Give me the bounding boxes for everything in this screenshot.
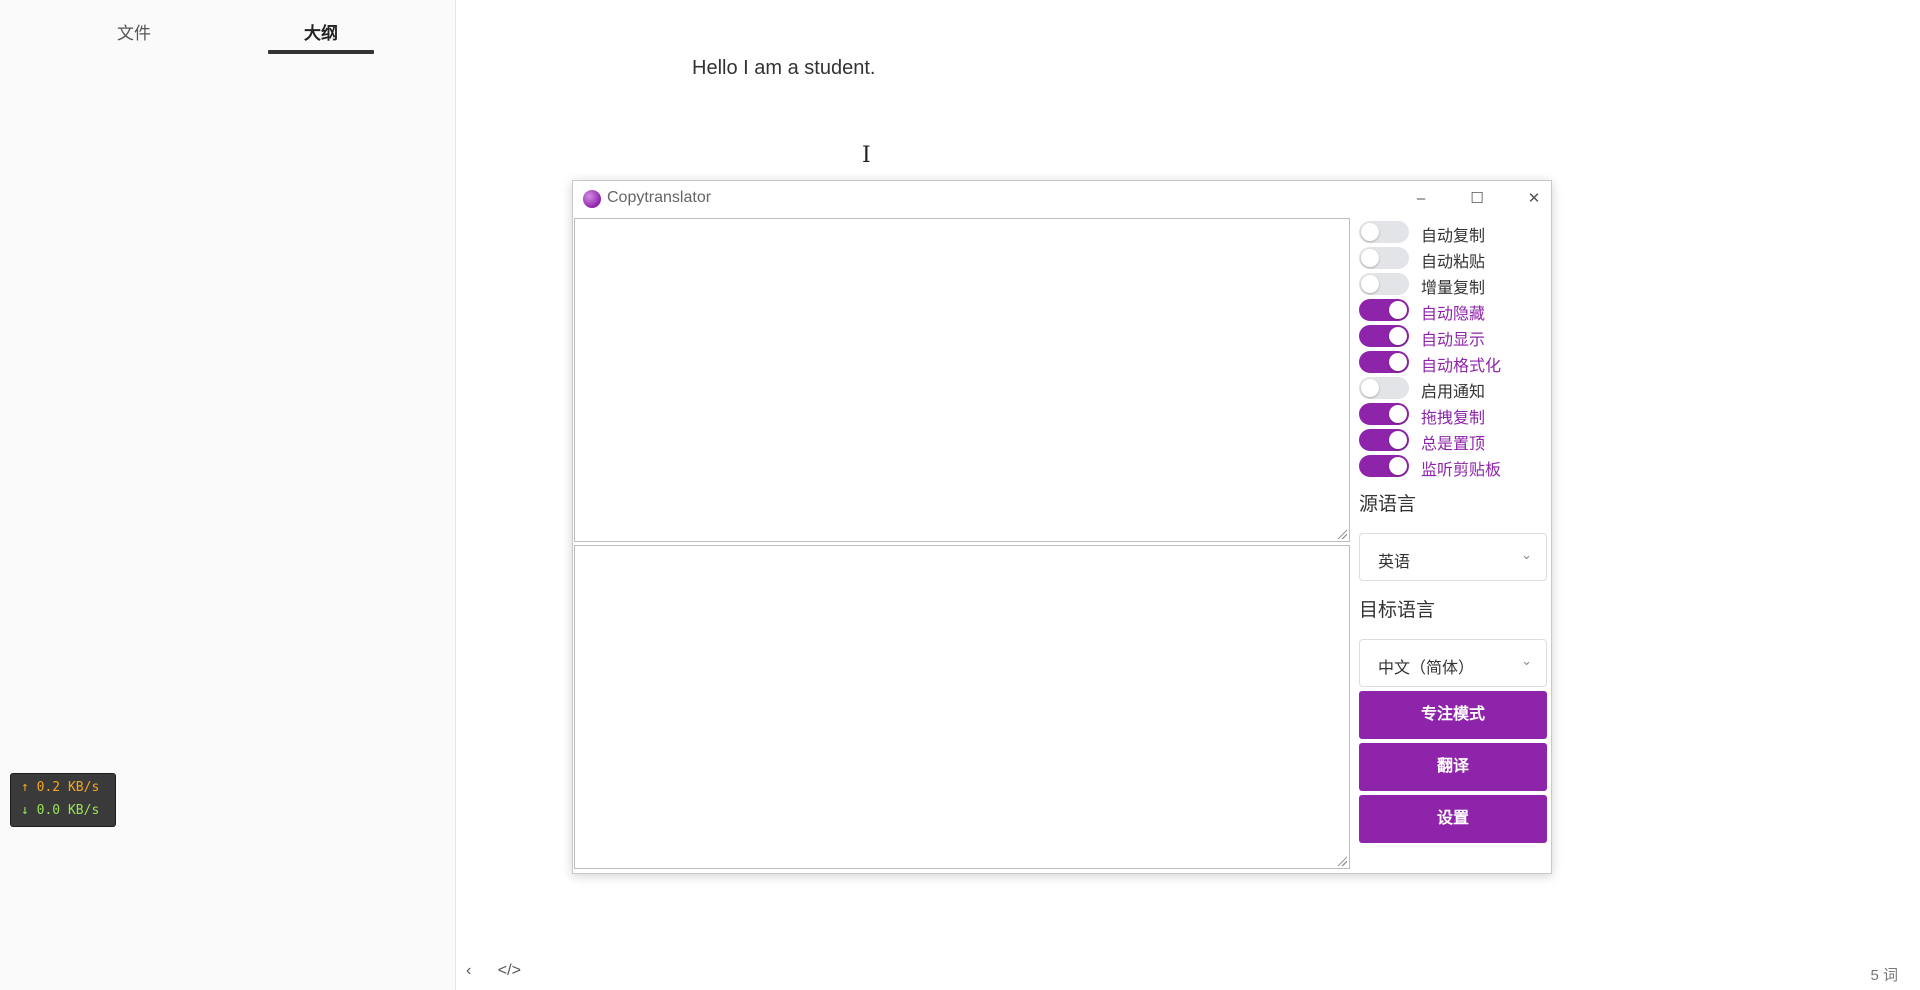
- toggle-list: 自动复制自动粘贴增量复制自动隐藏自动显示自动格式化启用通知拖拽复制总是置顶监听剪…: [1359, 219, 1547, 479]
- toggle-knob: [1389, 431, 1407, 449]
- download-speed: ↓ 0.0 KB/s: [21, 803, 100, 818]
- source-text-area[interactable]: [574, 218, 1350, 542]
- toggle-row[interactable]: 自动格式化: [1359, 349, 1547, 375]
- toggle-knob: [1361, 223, 1379, 241]
- target-language-select[interactable]: 中文（简体） ⌄: [1359, 639, 1547, 687]
- target-language-value: 中文（简体）: [1378, 660, 1475, 677]
- toggle-row[interactable]: 增量复制: [1359, 271, 1547, 297]
- tab-outline[interactable]: 大纲: [268, 22, 374, 54]
- toggle-row[interactable]: 自动粘贴: [1359, 245, 1547, 271]
- toggle-knob: [1389, 327, 1407, 345]
- translate-button[interactable]: 翻译: [1359, 743, 1547, 791]
- toggle-label: 自动显示: [1421, 332, 1486, 349]
- toggle-switch[interactable]: [1359, 273, 1409, 295]
- word-count: 5 词: [1870, 967, 1898, 984]
- settings-button[interactable]: 设置: [1359, 795, 1547, 843]
- result-text-area[interactable]: [574, 545, 1350, 869]
- resize-grip-icon[interactable]: [1337, 529, 1347, 539]
- source-code-icon[interactable]: </>: [498, 962, 521, 980]
- maximize-button[interactable]: ☐: [1459, 187, 1495, 211]
- toggle-switch[interactable]: [1359, 377, 1409, 399]
- source-language-value: 英语: [1378, 554, 1411, 571]
- toggle-switch[interactable]: [1359, 429, 1409, 451]
- toggle-switch[interactable]: [1359, 299, 1409, 321]
- toggle-switch[interactable]: [1359, 455, 1409, 477]
- text-cursor-icon: I: [862, 143, 871, 168]
- toggle-label: 自动隐藏: [1421, 306, 1486, 323]
- toggle-switch[interactable]: [1359, 247, 1409, 269]
- toggle-row[interactable]: 启用通知: [1359, 375, 1547, 401]
- editor-text[interactable]: Hello I am a student.: [692, 57, 875, 80]
- tab-files[interactable]: 文件: [100, 22, 168, 52]
- editor-footer-tools: ‹ </>: [466, 962, 543, 980]
- window-title: Copytranslator: [607, 189, 712, 206]
- toggle-switch[interactable]: [1359, 221, 1409, 243]
- toggle-switch[interactable]: [1359, 325, 1409, 347]
- options-panel: 自动复制自动粘贴增量复制自动隐藏自动显示自动格式化启用通知拖拽复制总是置顶监听剪…: [1359, 219, 1547, 847]
- minimize-button[interactable]: –: [1403, 187, 1439, 211]
- toggle-row[interactable]: 自动复制: [1359, 219, 1547, 245]
- network-speed-widget: ↑ 0.2 KB/s ↓ 0.0 KB/s: [10, 773, 116, 827]
- toggle-label: 监听剪贴板: [1421, 462, 1502, 479]
- toggle-row[interactable]: 监听剪贴板: [1359, 453, 1547, 479]
- source-language-select[interactable]: 英语 ⌄: [1359, 533, 1547, 581]
- sidebar: 文件 大纲 ↑ 0.2 KB/s ↓ 0.0 KB/s: [0, 0, 456, 990]
- toggle-label: 自动格式化: [1421, 358, 1502, 375]
- toggle-row[interactable]: 自动隐藏: [1359, 297, 1547, 323]
- toggle-knob: [1389, 353, 1407, 371]
- resize-grip-icon[interactable]: [1337, 856, 1347, 866]
- toggle-knob: [1361, 249, 1379, 267]
- target-language-label: 目标语言: [1359, 600, 1436, 621]
- toggle-label: 自动粘贴: [1421, 254, 1486, 271]
- toggle-switch[interactable]: [1359, 403, 1409, 425]
- chevron-down-icon: ⌄: [1521, 653, 1532, 668]
- upload-speed: ↑ 0.2 KB/s: [21, 780, 100, 795]
- title-bar[interactable]: Copytranslator – ☐ ✕: [573, 181, 1551, 217]
- toggle-row[interactable]: 自动显示: [1359, 323, 1547, 349]
- back-icon[interactable]: ‹: [466, 962, 471, 980]
- toggle-knob: [1389, 301, 1407, 319]
- chevron-down-icon: ⌄: [1521, 547, 1532, 562]
- toggle-row[interactable]: 总是置顶: [1359, 427, 1547, 453]
- copytranslator-logo-icon: [583, 190, 601, 208]
- toggle-label: 启用通知: [1421, 384, 1486, 401]
- toggle-row[interactable]: 拖拽复制: [1359, 401, 1547, 427]
- toggle-knob: [1361, 275, 1379, 293]
- toggle-knob: [1389, 457, 1407, 475]
- toggle-switch[interactable]: [1359, 351, 1409, 373]
- toggle-knob: [1389, 405, 1407, 423]
- toggle-label: 总是置顶: [1421, 436, 1486, 453]
- close-button[interactable]: ✕: [1516, 187, 1552, 211]
- toggle-label: 增量复制: [1421, 280, 1486, 297]
- toggle-label: 拖拽复制: [1421, 410, 1486, 427]
- copytranslator-window: Copytranslator – ☐ ✕ 自动复制自动粘贴增量复制自动隐藏自动显…: [572, 180, 1552, 874]
- toggle-label: 自动复制: [1421, 228, 1486, 245]
- source-language-label: 源语言: [1359, 494, 1417, 515]
- toggle-knob: [1361, 379, 1379, 397]
- focus-mode-button[interactable]: 专注模式: [1359, 691, 1547, 739]
